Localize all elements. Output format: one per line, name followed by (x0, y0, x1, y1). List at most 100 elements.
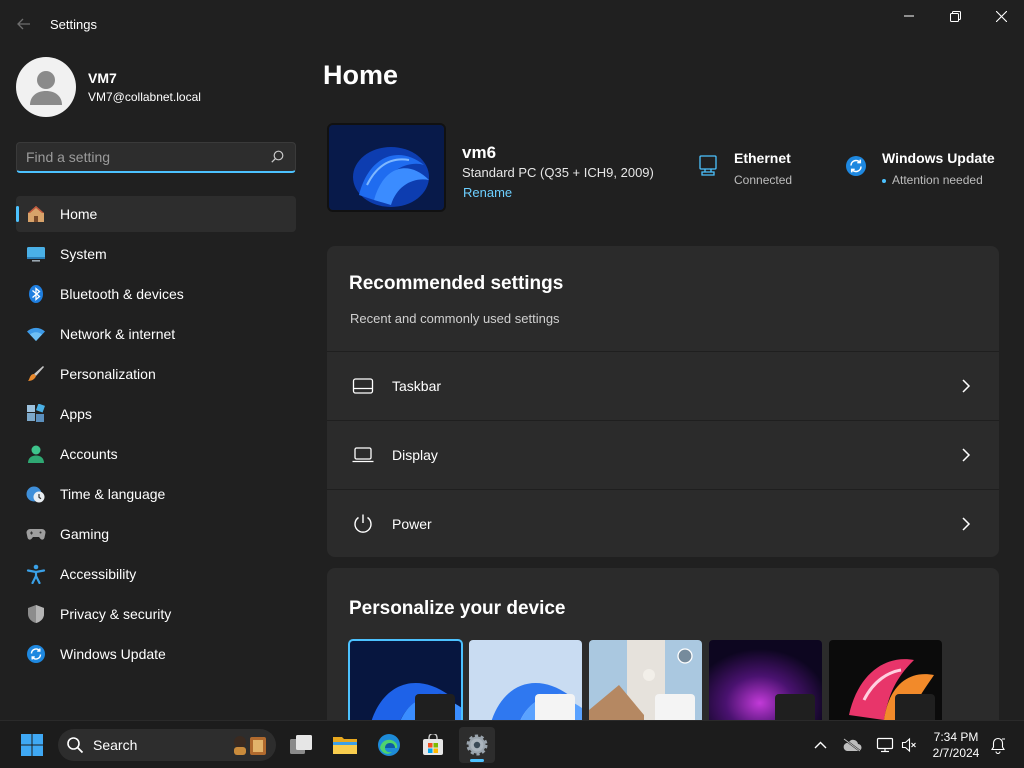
sidebar-item-time-language[interactable]: Time & language (16, 476, 296, 512)
settings-app-button[interactable] (459, 727, 495, 763)
personalize-title: Personalize your device (349, 598, 566, 619)
quick-settings-button[interactable] (872, 721, 920, 768)
update-icon (26, 644, 46, 664)
cloud-offline-icon (843, 738, 862, 752)
sidebar: VM7 VM7@collabnet.local Home System (0, 48, 312, 720)
apps-icon (26, 404, 46, 424)
windows-update-status[interactable]: Windows Update Attention needed (844, 150, 995, 187)
home-icon (26, 204, 46, 224)
back-button[interactable] (10, 12, 38, 36)
brush-icon (26, 364, 46, 384)
theme-windows-dark[interactable] (348, 639, 463, 720)
chevron-up-icon (814, 741, 826, 749)
close-icon (995, 10, 1007, 22)
chevron-right-icon (962, 378, 971, 393)
sidebar-item-network[interactable]: Network & internet (16, 316, 296, 352)
restore-button[interactable] (932, 0, 978, 32)
sidebar-item-bluetooth[interactable]: Bluetooth & devices (16, 276, 296, 312)
recommended-item-taskbar[interactable]: Taskbar (327, 351, 999, 419)
person-icon (30, 71, 62, 105)
theme-flow[interactable] (829, 640, 942, 720)
bluetooth-icon (26, 284, 46, 304)
taskbar-clock[interactable]: 7:34 PM 2/7/2024 (926, 729, 986, 761)
accounts-icon (26, 444, 46, 464)
recommended-title: Recommended settings (349, 273, 564, 294)
folder-icon (333, 737, 357, 754)
accessibility-icon (26, 564, 46, 584)
sidebar-item-windows-update[interactable]: Windows Update (16, 636, 296, 672)
search-highlight-icon (234, 736, 266, 755)
device-wallpaper-thumbnail (327, 123, 446, 212)
sidebar-item-apps[interactable]: Apps (16, 396, 296, 432)
sidebar-item-home[interactable]: Home (16, 196, 296, 232)
recommended-item-display[interactable]: Display (327, 420, 999, 488)
window-controls (886, 0, 1024, 32)
edge-button[interactable] (371, 727, 407, 763)
taskbar: Search 7:34 PM 2/7/2024 (0, 720, 1024, 768)
notifications-button[interactable] (988, 721, 1008, 768)
search-button[interactable] (271, 150, 284, 168)
sidebar-item-system[interactable]: System (16, 236, 296, 272)
chevron-right-icon (962, 516, 971, 531)
store-button[interactable] (415, 727, 451, 763)
arrow-left-icon (17, 18, 30, 30)
show-hidden-icons-button[interactable] (808, 721, 832, 768)
sidebar-item-accounts[interactable]: Accounts (16, 436, 296, 472)
device-model: Standard PC (Q35 + ICH9, 2009) (462, 165, 654, 180)
task-view-button[interactable] (283, 727, 319, 763)
file-explorer-button[interactable] (327, 727, 363, 763)
sidebar-item-personalization[interactable]: Personalization (16, 356, 296, 392)
search-icon (67, 737, 84, 754)
taskbar-search[interactable]: Search (58, 729, 276, 761)
ethernet-title: Ethernet (734, 150, 791, 166)
taskbar-icon (352, 375, 374, 397)
windows-logo-icon (21, 734, 43, 756)
shield-icon (26, 604, 46, 624)
taskbar-search-label: Search (93, 737, 138, 753)
restore-icon (949, 10, 961, 22)
rename-link[interactable]: Rename (463, 185, 512, 200)
minimize-button[interactable] (886, 0, 932, 32)
recommended-settings-card: Recommended settings Recent and commonly… (327, 246, 999, 557)
gear-icon (466, 734, 488, 756)
onedrive-tray-button[interactable] (840, 721, 864, 768)
search-box[interactable] (16, 142, 296, 173)
windows-update-title: Windows Update (882, 150, 995, 166)
title-bar: Settings (0, 0, 1024, 48)
notification-bell-icon (991, 737, 1005, 754)
theme-glow[interactable] (709, 640, 822, 720)
app-title: Settings (50, 17, 97, 32)
ethernet-icon (699, 155, 717, 176)
windows-update-subtitle: Attention needed (882, 173, 995, 187)
gamepad-icon (26, 524, 46, 544)
sidebar-item-accessibility[interactable]: Accessibility (16, 556, 296, 592)
theme-captured-motion[interactable] (589, 640, 702, 720)
attention-dot (882, 178, 886, 183)
clock-date: 2/7/2024 (932, 746, 980, 760)
close-button[interactable] (978, 0, 1024, 32)
recommended-item-power[interactable]: Power (327, 489, 999, 557)
search-input[interactable] (17, 143, 257, 171)
edge-icon (378, 734, 400, 756)
laptop-icon (352, 444, 374, 466)
network-icon (876, 737, 893, 753)
user-profile[interactable]: VM7 VM7@collabnet.local (16, 57, 201, 117)
chevron-right-icon (962, 447, 971, 462)
sidebar-nav: Home System Bluetooth & devices Network … (16, 196, 296, 676)
update-icon (846, 156, 866, 176)
personalize-card: Personalize your device (327, 568, 999, 720)
sidebar-item-gaming[interactable]: Gaming (16, 516, 296, 552)
page-title: Home (323, 60, 399, 90)
sidebar-item-privacy[interactable]: Privacy & security (16, 596, 296, 632)
theme-list (348, 639, 949, 720)
theme-windows-light[interactable] (469, 640, 582, 720)
power-icon (352, 513, 374, 535)
start-button[interactable] (14, 727, 50, 763)
recommended-subtitle: Recent and commonly used settings (350, 311, 560, 326)
store-icon (423, 734, 443, 755)
ethernet-status[interactable]: Ethernet Connected (696, 150, 792, 187)
clock-time: 7:34 PM (933, 730, 979, 744)
avatar (16, 57, 76, 117)
clock-globe-icon (26, 484, 46, 504)
wifi-icon (26, 324, 46, 344)
